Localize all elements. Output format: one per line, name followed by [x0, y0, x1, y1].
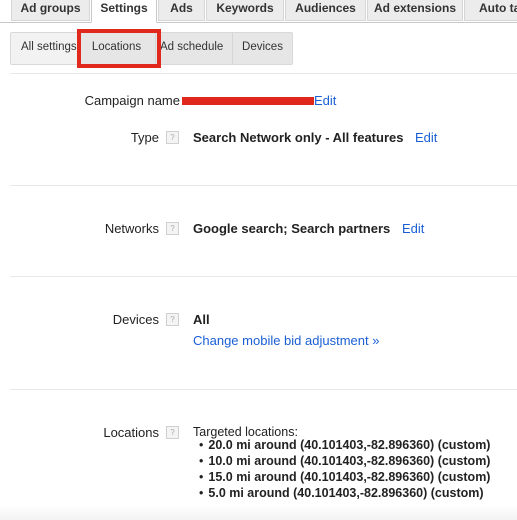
location-item: 5.0 mi around (40.101403,-82.896360) (cu… [199, 485, 490, 501]
help-icon[interactable]: ? [166, 313, 179, 326]
divider [10, 276, 517, 277]
tab-auto-targets[interactable]: Auto ta [464, 0, 517, 21]
tab-ad-groups[interactable]: Ad groups [11, 0, 90, 21]
location-item: 15.0 mi around (40.101403,-82.896360) (c… [199, 469, 490, 485]
locations-label: Locations [103, 425, 159, 440]
location-item: 10.0 mi around (40.101403,-82.896360) (c… [199, 453, 490, 469]
divider [10, 389, 517, 390]
campaign-name-redacted [182, 97, 314, 105]
devices-label: Devices [112, 312, 159, 327]
networks-value: Google search; Search partners [193, 221, 391, 236]
tab-keywords[interactable]: Keywords [206, 0, 284, 21]
bottom-fade [0, 505, 517, 520]
devices-value: All [193, 312, 210, 327]
campaign-name-label: Campaign name [84, 93, 180, 108]
campaign-tabs: Ad groups Settings Ads Keywords Audience… [0, 0, 517, 23]
type-value: Search Network only - All features [193, 130, 404, 145]
subtab-devices[interactable]: Devices [233, 33, 292, 64]
change-mobile-bid-link[interactable]: Change mobile bid adjustment » [193, 333, 379, 348]
divider [10, 185, 517, 186]
location-item: 20.0 mi around (40.101403,-82.896360) (c… [199, 437, 490, 453]
help-icon[interactable]: ? [166, 426, 179, 439]
tab-ad-extensions[interactable]: Ad extensions [367, 0, 463, 21]
tab-ads[interactable]: Ads [158, 0, 205, 21]
divider [10, 73, 517, 74]
type-label: Type [130, 130, 159, 145]
type-edit-link[interactable]: Edit [415, 130, 437, 145]
tab-settings[interactable]: Settings [91, 0, 157, 23]
networks-label: Networks [104, 221, 159, 236]
locations-highlight-box [77, 29, 161, 68]
subtab-all-settings[interactable]: All settings [11, 33, 78, 64]
networks-edit-link[interactable]: Edit [402, 221, 424, 236]
tab-audiences[interactable]: Audiences [285, 0, 366, 21]
campaign-name-edit-link[interactable]: Edit [314, 93, 336, 108]
help-icon[interactable]: ? [166, 131, 179, 144]
help-icon[interactable]: ? [166, 222, 179, 235]
targeted-locations-list: 20.0 mi around (40.101403,-82.896360) (c… [199, 437, 490, 501]
subtab-ad-schedule[interactable]: Ad schedule [156, 33, 233, 64]
